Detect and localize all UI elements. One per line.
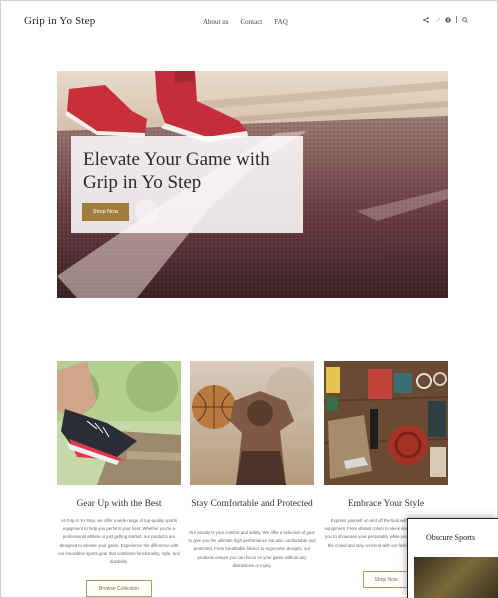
feature-title-2: Stay Comfortable and Protected	[191, 499, 313, 509]
feature-image-1	[57, 361, 181, 485]
nav-about-us[interactable]: About us	[203, 18, 228, 26]
share-icon[interactable]	[423, 16, 429, 23]
shop-now-button-2[interactable]: Shop Now	[363, 571, 409, 588]
feature-image-3	[324, 361, 448, 485]
facebook-icon[interactable]	[445, 16, 451, 23]
hero-title: Elevate Your Game with Grip in Yo Step	[83, 149, 270, 193]
popup-title: Obscure Sports	[426, 533, 476, 542]
gear-flatlay-image	[324, 361, 448, 485]
basketball-player-image	[190, 361, 314, 485]
browse-collection-button[interactable]: Browse Collection	[86, 580, 152, 597]
obscure-sports-popup[interactable]: Obscure Sports	[407, 518, 498, 598]
shoe-lacing-image	[57, 361, 181, 485]
main-nav: About us Contact FAQ	[203, 18, 288, 26]
feature-title-1: Gear Up with the Best	[76, 499, 162, 509]
feature-text-1: At Grip in Yo Step, we offer a wide rang…	[58, 518, 180, 565]
icon-divider	[456, 16, 457, 23]
feature-text-2: Our priority is your comfort and safety.…	[188, 530, 316, 568]
nav-faq[interactable]: FAQ	[274, 18, 287, 26]
shop-now-button[interactable]: Shop Now	[82, 203, 129, 221]
twitter-icon[interactable]	[434, 17, 440, 23]
popup-image	[414, 557, 498, 598]
search-icon[interactable]	[462, 16, 468, 23]
feature-image-2	[190, 361, 314, 485]
header-icons	[423, 16, 468, 23]
hero-banner: Elevate Your Game with Grip in Yo Step S…	[57, 71, 448, 298]
nav-contact[interactable]: Contact	[240, 18, 262, 26]
hero-card: Elevate Your Game with Grip in Yo Step S…	[71, 136, 303, 233]
feature-title-3: Embrace Your Style	[347, 499, 425, 509]
site-logo[interactable]: Grip in Yo Step	[24, 15, 95, 27]
site-header: Grip in Yo Step About us Contact FAQ	[0, 0, 498, 44]
